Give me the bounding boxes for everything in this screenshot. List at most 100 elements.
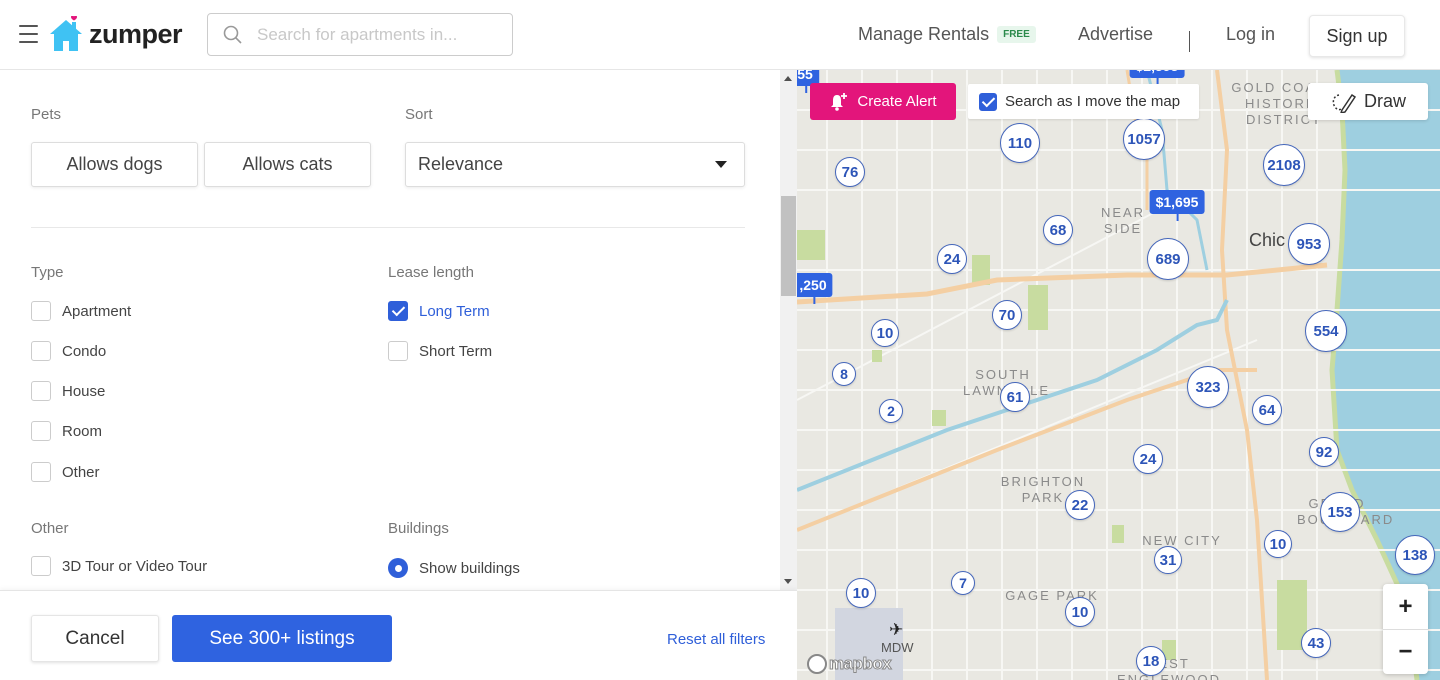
listing-cluster[interactable]: 10 [846,578,876,608]
free-badge: FREE [997,26,1036,43]
checkbox-box[interactable] [31,421,51,441]
listing-cluster[interactable]: 61 [1000,382,1030,412]
buildings-label: Buildings [388,520,449,537]
listing-cluster[interactable]: 64 [1252,395,1282,425]
top-nav-bar: zumper Manage Rentals FREE Advertise Log … [0,0,1440,70]
checkmark-icon[interactable] [979,92,997,111]
type-house-checkbox[interactable]: House [31,381,105,401]
city-label: Chic [1249,230,1286,250]
listing-cluster[interactable]: 68 [1043,215,1073,245]
filter-scroll-area: Pets Allows dogs Allows cats Sort Releva… [0,70,780,590]
listing-cluster[interactable]: 92 [1309,437,1339,467]
listing-cluster[interactable]: 10 [871,319,899,347]
filter-scrollbar[interactable] [780,70,797,590]
long-term-checkbox[interactable]: Long Term [388,301,490,321]
zoom-out-button[interactable]: − [1383,629,1428,674]
filter-footer: Cancel See 300+ listings Reset all filte… [0,590,797,680]
checkbox-box[interactable] [31,301,51,321]
listing-cluster[interactable]: 24 [1133,444,1163,474]
create-alert-label: Create Alert [857,93,937,110]
listing-cluster[interactable]: 22 [1065,490,1095,520]
listing-cluster[interactable]: 1057 [1123,118,1165,160]
listing-cluster[interactable]: 18 [1136,646,1166,676]
search-as-move-toggle[interactable]: Search as I move the map [968,84,1199,119]
listing-cluster[interactable]: 138 [1395,535,1435,575]
airport-label: MDW [881,640,914,655]
search-input[interactable] [257,24,497,45]
bell-plus-icon [831,92,848,111]
login-link[interactable]: Log in [1226,24,1275,45]
checkbox-label: Apartment [62,302,132,320]
listing-cluster[interactable]: 2 [879,399,903,423]
radio-selected-icon[interactable] [388,558,408,578]
listing-cluster[interactable]: 76 [835,157,865,187]
signup-button[interactable]: Sign up [1309,15,1405,57]
manage-rentals-link[interactable]: Manage Rentals FREE [858,24,1036,45]
draw-label: Draw [1363,91,1406,111]
type-other-checkbox[interactable]: Other [31,462,100,482]
price-pin[interactable]: ,250 [797,273,833,304]
listing-cluster[interactable]: 10 [1264,530,1292,558]
create-alert-button[interactable]: Create Alert [810,83,956,120]
map-view[interactable]: GOLD COAST HISTORIC DISTRICT NEAR SIDE S… [797,70,1440,680]
type-label: Type [31,264,64,281]
listing-cluster[interactable]: 7 [951,571,975,595]
cancel-button[interactable]: Cancel [31,615,159,662]
listing-cluster[interactable]: 323 [1187,366,1229,408]
3d-tour-checkbox[interactable]: 3D Tour or Video Tour [31,556,207,576]
price-pin[interactable]: $2,595 [1129,70,1185,85]
checkbox-label: House [62,382,106,400]
type-apartment-checkbox[interactable]: Apartment [31,301,131,321]
price-pin[interactable]: $1,695 [1149,190,1205,221]
listing-cluster[interactable]: 24 [937,244,967,274]
brand-name: zumper [89,18,183,49]
listing-cluster[interactable]: 10 [1065,597,1095,627]
sort-dropdown[interactable]: Relevance [405,142,745,187]
listing-cluster[interactable]: 8 [832,362,856,386]
checkbox-box[interactable] [31,381,51,401]
scroll-down-arrow-icon[interactable] [784,579,792,584]
listing-cluster[interactable]: 953 [1288,223,1330,265]
checkmark-icon[interactable] [388,301,408,321]
location-search-box[interactable] [207,13,513,56]
mapbox-logo-icon [807,654,827,674]
search-as-move-label: Search as I move the map [1005,93,1181,110]
listing-cluster[interactable]: 689 [1147,238,1189,280]
caret-down-icon [715,161,727,168]
listing-cluster[interactable]: 153 [1320,492,1360,532]
type-room-checkbox[interactable]: Room [31,421,102,441]
scroll-up-arrow-icon[interactable] [784,76,792,81]
allows-dogs-button[interactable]: Allows dogs [31,142,198,187]
checkbox-label: Condo [62,342,107,360]
see-listings-button[interactable]: See 300+ listings [172,615,392,662]
checkbox-label: Room [62,422,103,440]
house-logo-icon [50,16,82,51]
checkbox-box[interactable] [31,556,51,576]
short-term-checkbox[interactable]: Short Term [388,341,492,361]
other-label: Other [31,520,69,537]
draw-button[interactable]: Draw [1308,83,1428,120]
listing-cluster[interactable]: 31 [1154,546,1182,574]
manage-rentals-label: Manage Rentals [858,24,990,44]
listing-cluster[interactable]: 70 [992,300,1022,330]
checkbox-box[interactable] [31,462,51,482]
hamburger-menu-icon[interactable] [19,25,38,43]
zoom-in-button[interactable]: + [1383,584,1428,629]
checkbox-box[interactable] [31,341,51,361]
allows-cats-button[interactable]: Allows cats [204,142,371,187]
listing-cluster[interactable]: 110 [1000,123,1040,163]
listing-cluster[interactable]: 43 [1301,628,1331,658]
advertise-link[interactable]: Advertise [1078,24,1153,45]
listing-cluster[interactable]: 2108 [1263,144,1305,186]
type-condo-checkbox[interactable]: Condo [31,341,106,361]
listing-cluster[interactable]: 554 [1305,310,1347,352]
reset-filters-link[interactable]: Reset all filters [667,631,765,648]
zumper-logo[interactable]: zumper [49,14,183,54]
checkbox-box[interactable] [388,341,408,361]
sort-label: Sort [405,106,433,123]
neighborhood-label: WEST ENGLEWOOD [1117,656,1221,680]
scroll-thumb[interactable] [781,196,796,296]
map-base-tiles [797,70,1440,680]
show-buildings-radio[interactable]: Show buildings [388,558,520,578]
mapbox-attribution[interactable]: mapbox [807,654,892,674]
